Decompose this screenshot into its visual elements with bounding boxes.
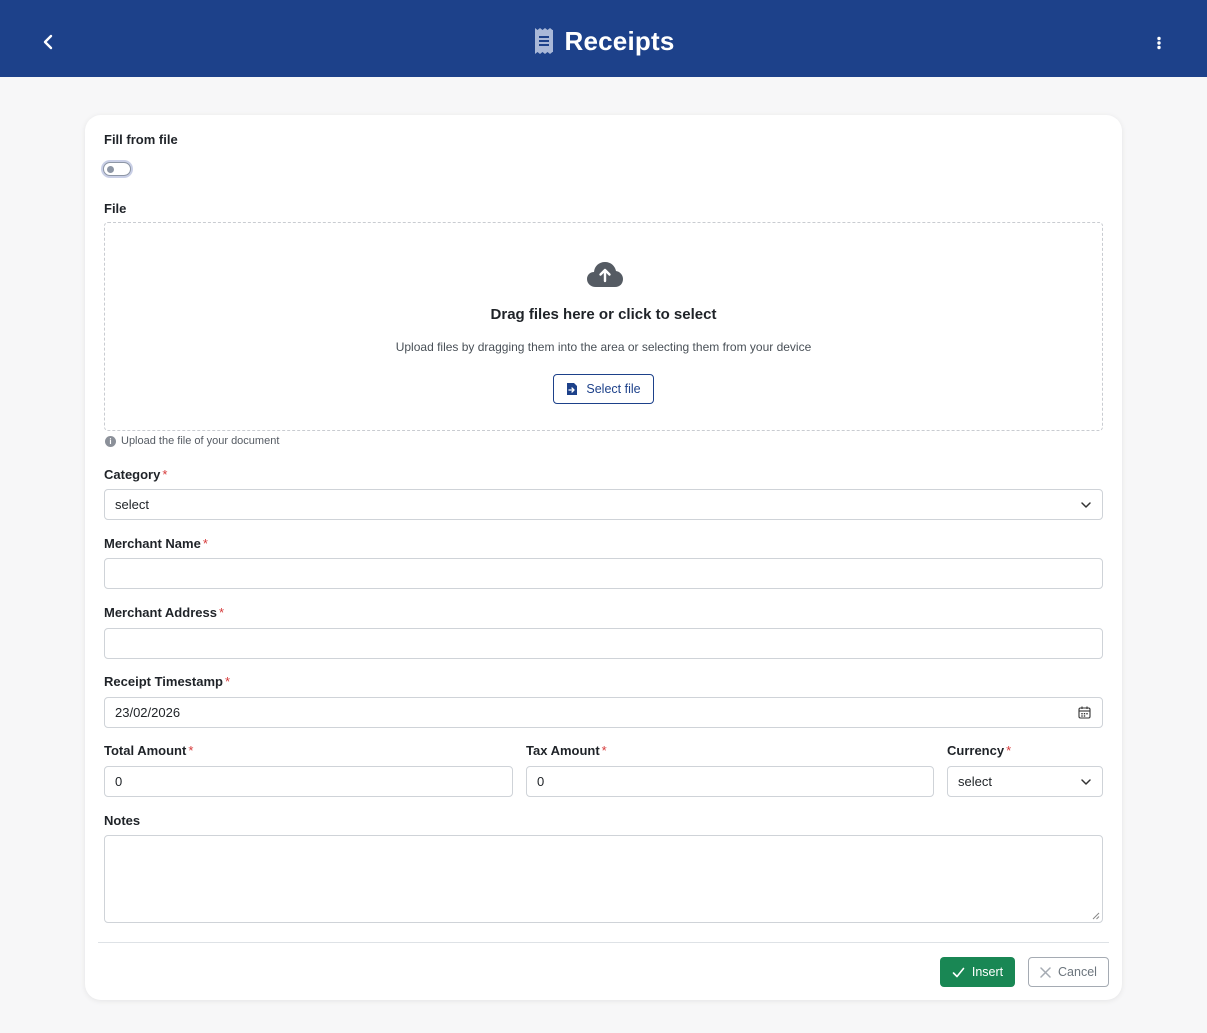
category-label: Category * xyxy=(104,467,168,482)
fill-from-file-label: Fill from file xyxy=(104,132,178,147)
notes-label: Notes xyxy=(104,813,141,828)
page-title: Receipts xyxy=(564,25,675,56)
receipt-timestamp-label: Receipt Timestamp * xyxy=(104,674,231,689)
merchant-address-label: Merchant Address * xyxy=(104,605,224,620)
close-icon xyxy=(1040,966,1051,978)
merchant-name-input[interactable] xyxy=(104,558,1103,589)
file-dropzone[interactable]: Drag files here or click to select Uploa… xyxy=(104,222,1103,431)
file-help-text: i Upload the file of your document xyxy=(105,435,279,447)
file-help-label: Upload the file of your document xyxy=(121,435,280,447)
check-icon xyxy=(952,967,965,977)
receipt-timestamp-value: 23/02/2026 xyxy=(115,705,181,720)
info-icon: i xyxy=(105,435,116,447)
file-import-icon xyxy=(567,383,578,395)
resize-grip-icon[interactable] xyxy=(1092,912,1100,920)
merchant-name-label: Merchant Name * xyxy=(104,536,208,551)
category-select[interactable]: select xyxy=(104,489,1103,520)
currency-value: select xyxy=(958,774,992,789)
insert-button[interactable]: Insert xyxy=(940,957,1015,987)
cancel-label: Cancel xyxy=(1058,965,1097,979)
total-amount-input[interactable]: 0 xyxy=(104,766,513,797)
fill-from-file-toggle[interactable] xyxy=(103,162,131,176)
dropzone-subtitle: Upload files by dragging them into the a… xyxy=(395,340,812,354)
more-options-button[interactable] xyxy=(1148,30,1170,56)
receipt-form-card: Fill from file File Drag files here or c… xyxy=(85,115,1122,1000)
cloud-upload-icon xyxy=(587,262,623,287)
toggle-knob xyxy=(107,165,114,173)
chevron-down-icon xyxy=(1081,779,1091,785)
footer-divider xyxy=(98,942,1109,943)
receipt-timestamp-input[interactable]: 23/02/2026 xyxy=(104,697,1103,728)
tax-amount-input[interactable]: 0 xyxy=(526,766,934,797)
category-value: select xyxy=(115,497,149,512)
calendar-icon[interactable] xyxy=(1078,706,1091,719)
file-label: File xyxy=(104,201,127,216)
currency-label: Currency * xyxy=(947,743,1012,758)
chevron-down-icon xyxy=(1081,502,1091,508)
receipt-icon xyxy=(533,27,555,55)
cancel-button[interactable]: Cancel xyxy=(1028,957,1109,987)
top-bar: Receipts xyxy=(0,0,1207,77)
insert-label: Insert xyxy=(971,965,1004,979)
select-file-button[interactable]: Select file xyxy=(553,374,654,404)
notes-textarea[interactable] xyxy=(104,835,1103,923)
total-amount-label: Total Amount * xyxy=(104,743,194,758)
currency-select[interactable]: select xyxy=(947,766,1103,797)
page-header: Receipts xyxy=(0,24,1207,58)
tax-amount-label: Tax Amount * xyxy=(526,743,607,758)
kebab-vertical-icon xyxy=(1157,36,1161,50)
merchant-address-input[interactable] xyxy=(104,628,1103,659)
dropzone-title: Drag files here or click to select xyxy=(490,306,717,323)
select-file-label: Select file xyxy=(586,382,641,396)
